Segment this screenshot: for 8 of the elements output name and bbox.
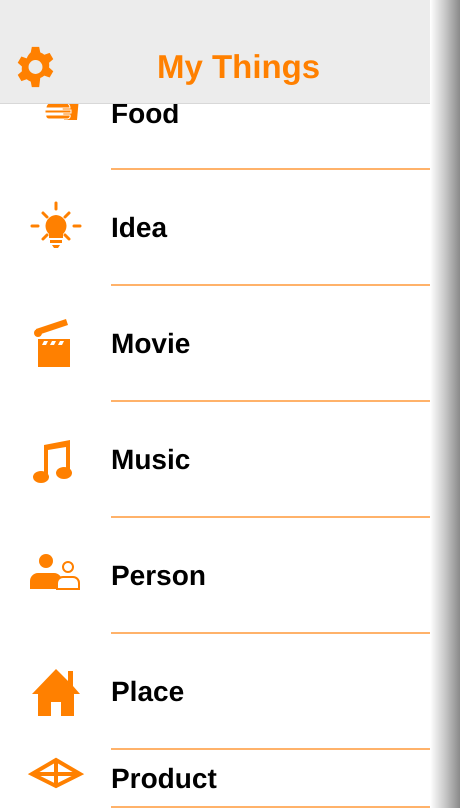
list-item[interactable]: Movie [0,286,430,402]
header-title: My Things [157,48,320,86]
list-item[interactable]: Music [0,402,430,518]
list-item[interactable]: Product [0,750,430,808]
list-item[interactable]: Person [0,518,430,634]
list-item[interactable]: Food [0,104,430,170]
list-item[interactable]: Place [0,634,430,750]
list-item[interactable]: Idea [0,170,430,286]
